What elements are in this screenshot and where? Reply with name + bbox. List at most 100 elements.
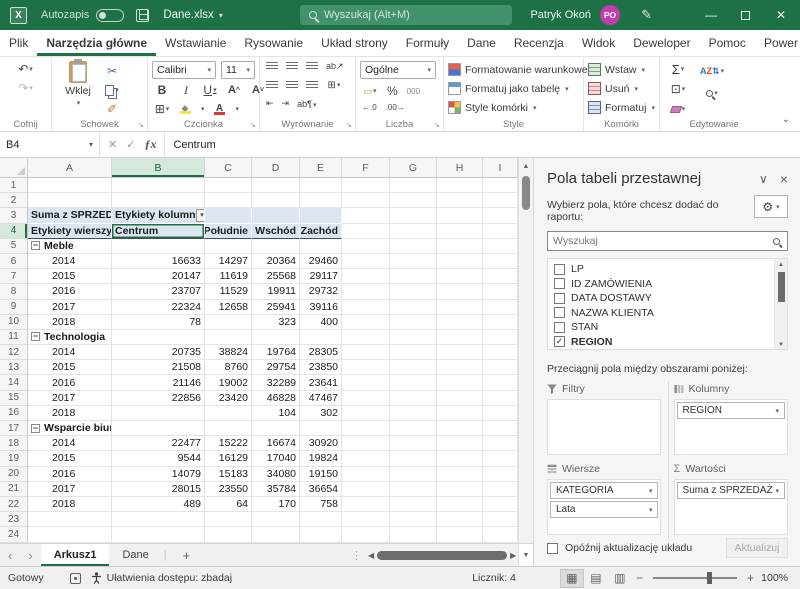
horizontal-scroll-thumb[interactable] xyxy=(377,551,507,560)
ribbon-tab-recenzja[interactable]: Recenzja xyxy=(505,30,573,56)
cell-A6[interactable]: 2014 xyxy=(28,254,112,269)
row-header-16[interactable]: 16 xyxy=(0,406,28,421)
ribbon-tab-układ-strony[interactable]: Układ strony xyxy=(312,30,397,56)
scroll-right-icon[interactable]: ▶ xyxy=(510,551,516,560)
inking-icon[interactable]: ✎ xyxy=(641,7,652,23)
field-item-nazwa-klienta[interactable]: NAZWA KLIENTA xyxy=(554,306,771,321)
scroll-up-icon[interactable]: ▲ xyxy=(775,259,787,271)
cell-B11[interactable] xyxy=(112,330,205,345)
cell-A19[interactable]: 2015 xyxy=(28,451,112,466)
row-header-3[interactable]: 3 xyxy=(0,208,28,223)
cell-D20[interactable]: 34080 xyxy=(252,467,300,482)
sheet-tab-dane[interactable]: Dane xyxy=(109,544,161,566)
decrease-decimal-button[interactable]: .00→ xyxy=(386,103,405,112)
cell-H12[interactable] xyxy=(437,345,483,360)
cell-E5[interactable] xyxy=(300,239,342,254)
cell-D11[interactable] xyxy=(252,330,300,345)
align-center-button[interactable] xyxy=(286,81,298,90)
cell-E21[interactable]: 36654 xyxy=(300,482,342,497)
row-header-7[interactable]: 7 xyxy=(0,269,28,284)
cell-D23[interactable] xyxy=(252,512,300,527)
cell-I16[interactable] xyxy=(483,406,518,421)
insert-function-icon[interactable]: ƒx xyxy=(144,137,156,152)
cell-G16[interactable] xyxy=(390,406,437,421)
defer-checkbox[interactable] xyxy=(547,543,558,554)
cell-A16[interactable]: 2018 xyxy=(28,406,112,421)
cell-I4[interactable] xyxy=(483,224,518,239)
excel-app-icon[interactable]: X xyxy=(10,7,27,24)
cell-I5[interactable] xyxy=(483,239,518,254)
cell-C4[interactable]: Południe xyxy=(205,224,252,239)
cell-B9[interactable]: 22324 xyxy=(112,300,205,315)
cell-G7[interactable] xyxy=(390,269,437,284)
checkbox[interactable] xyxy=(554,264,565,275)
cell-I11[interactable] xyxy=(483,330,518,345)
cell-D17[interactable] xyxy=(252,421,300,436)
redo-button[interactable]: ↷▾ xyxy=(18,80,34,96)
cell-H9[interactable] xyxy=(437,300,483,315)
cell-I2[interactable] xyxy=(483,193,518,208)
cell-C3[interactable] xyxy=(205,208,252,223)
ribbon-tab-formuły[interactable]: Formuły xyxy=(397,30,458,56)
field-scroll-thumb[interactable] xyxy=(778,272,785,302)
cell-H10[interactable] xyxy=(437,315,483,330)
font-color-button[interactable]: A xyxy=(212,101,228,117)
cell-F18[interactable] xyxy=(342,436,390,451)
cell-A9[interactable]: 2017 xyxy=(28,300,112,315)
cell-A2[interactable] xyxy=(28,193,112,208)
merge-center-button[interactable]: ⊞▾ xyxy=(326,77,342,93)
cell-I12[interactable] xyxy=(483,345,518,360)
copy-button[interactable]: ▾ xyxy=(104,82,120,98)
cell-H7[interactable] xyxy=(437,269,483,284)
align-middle-button[interactable] xyxy=(286,62,298,71)
cell-B13[interactable]: 21508 xyxy=(112,360,205,375)
zoom-slider[interactable] xyxy=(653,577,737,579)
rows-box[interactable]: KATEGORIA▾Lata▾ xyxy=(547,479,661,535)
cell-I10[interactable] xyxy=(483,315,518,330)
search-box[interactable]: Wyszukaj (Alt+M) xyxy=(300,5,512,25)
cell-H21[interactable] xyxy=(437,482,483,497)
cell-B2[interactable] xyxy=(112,193,205,208)
cell-E14[interactable]: 23641 xyxy=(300,375,342,390)
row-header-18[interactable]: 18 xyxy=(0,436,28,451)
column-header-I[interactable]: I xyxy=(483,158,518,178)
save-icon[interactable] xyxy=(136,9,149,22)
font-color-chevron[interactable]: ▾ xyxy=(236,105,240,113)
cell-I13[interactable] xyxy=(483,360,518,375)
cell-D13[interactable]: 29754 xyxy=(252,360,300,375)
cell-C8[interactable]: 11529 xyxy=(205,284,252,299)
cell-A17[interactable]: −Wsparcie biura xyxy=(28,421,112,436)
cell-D3[interactable] xyxy=(252,208,300,223)
cell-F15[interactable] xyxy=(342,391,390,406)
cell-A7[interactable]: 2015 xyxy=(28,269,112,284)
cell-C22[interactable]: 64 xyxy=(205,497,252,512)
cell-G23[interactable] xyxy=(390,512,437,527)
page-break-view-button[interactable]: ▥ xyxy=(608,569,632,588)
cell-B20[interactable]: 14079 xyxy=(112,467,205,482)
cell-H23[interactable] xyxy=(437,512,483,527)
cell-G22[interactable] xyxy=(390,497,437,512)
cell-G19[interactable] xyxy=(390,451,437,466)
align-left-button[interactable] xyxy=(266,81,278,90)
field-item-region[interactable]: ✓REGION xyxy=(554,335,771,350)
macro-record-icon[interactable] xyxy=(70,573,81,584)
checkbox[interactable] xyxy=(554,307,565,318)
ribbon-tab-dane[interactable]: Dane xyxy=(458,30,505,56)
autosum-button[interactable]: Σ▾ xyxy=(670,61,686,77)
row-header-17[interactable]: 17 xyxy=(0,421,28,436)
cell-F19[interactable] xyxy=(342,451,390,466)
zoom-out-button[interactable]: − xyxy=(632,571,647,585)
confirm-entry-icon[interactable]: ✓ xyxy=(126,138,135,151)
fill-button[interactable]: ⊡▾ xyxy=(670,81,686,97)
cell-G3[interactable] xyxy=(390,208,437,223)
cell-E22[interactable]: 758 xyxy=(300,497,342,512)
cell-I1[interactable] xyxy=(483,178,518,193)
field-item-data-dostawy[interactable]: DATA DOSTAWY xyxy=(554,291,771,306)
cell-F22[interactable] xyxy=(342,497,390,512)
ribbon-tab-deweloper[interactable]: Deweloper xyxy=(624,30,699,56)
cell-C14[interactable]: 19002 xyxy=(205,375,252,390)
cell-H5[interactable] xyxy=(437,239,483,254)
cell-F2[interactable] xyxy=(342,193,390,208)
cell-I20[interactable] xyxy=(483,467,518,482)
paste-button[interactable]: Wklej ▾ xyxy=(56,61,100,117)
